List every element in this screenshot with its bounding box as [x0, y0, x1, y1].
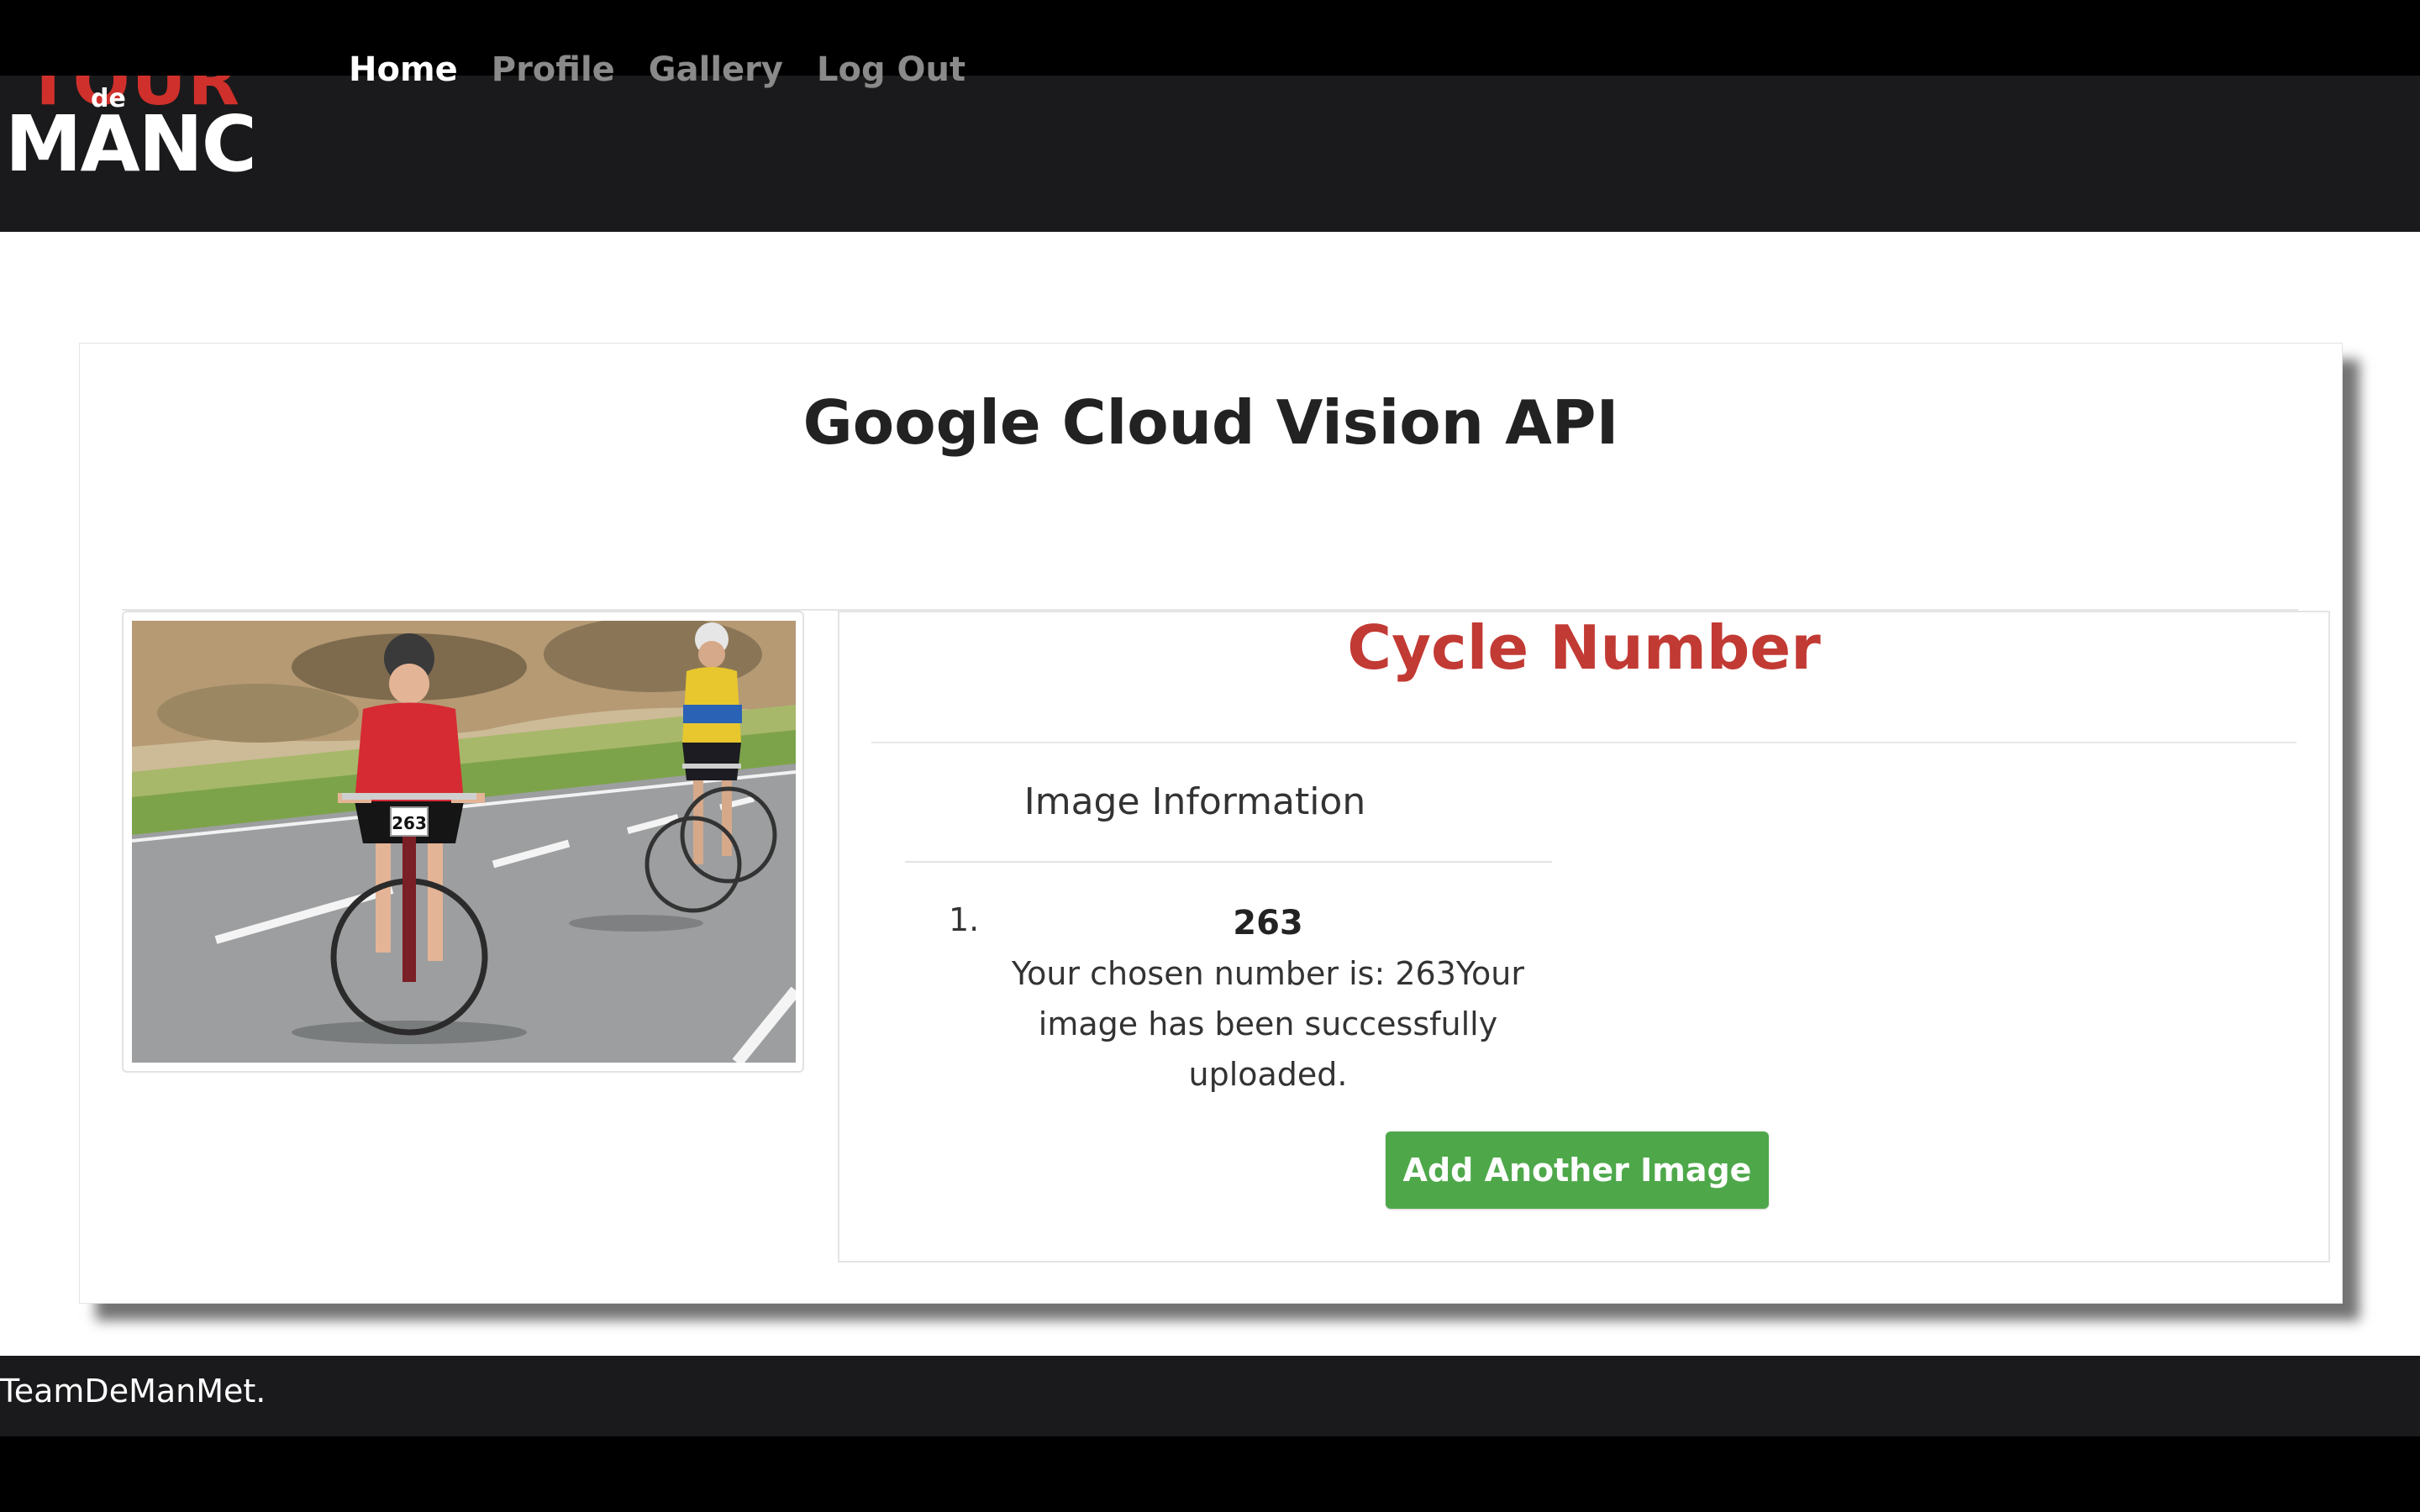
result-list-item: 263 Your chosen number is: 263Your image… [1007, 898, 1528, 1100]
list-marker: 1. [949, 901, 980, 938]
uploaded-image-frame: 263 [122, 611, 804, 1073]
uploaded-cyclist-image: 263 [132, 621, 796, 1063]
footer-text: TeamDeManMet. [0, 1373, 266, 1410]
page-title: Google Cloud Vision API [802, 387, 1619, 458]
nav-item-log-out[interactable]: Log Out [817, 50, 965, 89]
upload-success-message: Your chosen number is: 263Your image has… [1011, 955, 1525, 1093]
image-information-heading: Image Information [1023, 780, 1366, 823]
content-area: Google Cloud Vision API 263 Cycle Number… [0, 232, 2420, 1499]
nav-item-gallery[interactable]: Gallery [649, 50, 783, 89]
panel-title: Cycle Number [1347, 612, 1821, 683]
nav-item-home[interactable]: Home [349, 50, 458, 89]
detected-number: 263 [1233, 904, 1303, 942]
panel-divider [871, 742, 2296, 743]
navbar: TOUR de MANC Home Profile Gallery Log Ou… [0, 50, 2420, 232]
cycle-number-panel: Cycle Number Image Information 1. 263 Yo… [838, 611, 2330, 1263]
site-logo[interactable]: TOUR de MANC [0, 76, 252, 232]
logo-main-text: MANC [5, 99, 252, 189]
main-nav: Home Profile Gallery Log Out [349, 50, 965, 89]
nav-item-profile[interactable]: Profile [492, 50, 615, 89]
info-divider [905, 861, 1552, 863]
race-bib-number: 263 [392, 813, 427, 833]
footer: TeamDeManMet. [0, 1356, 2420, 1436]
add-another-image-button[interactable]: Add Another Image [1386, 1131, 1769, 1209]
letterbox-bottom [0, 1436, 2420, 1512]
vision-card: Google Cloud Vision API 263 Cycle Number… [79, 343, 2343, 1304]
